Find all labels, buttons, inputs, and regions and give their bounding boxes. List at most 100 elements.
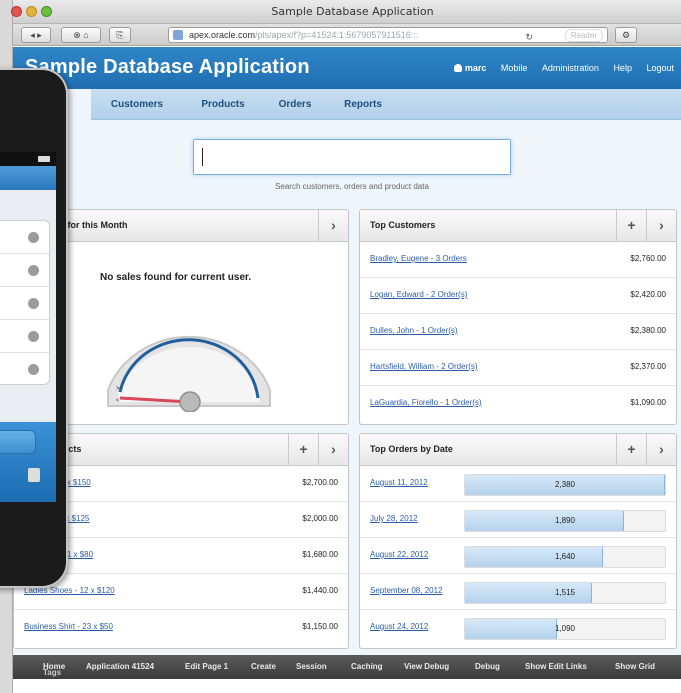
main-content: Search customers, orders and product dat… (13, 120, 681, 655)
list-item: Dulles, John - 1 Order(s) $2,380.00 (360, 314, 676, 350)
administration-link[interactable]: Administration (542, 63, 599, 73)
order-date-link[interactable]: August 22, 2012 (370, 550, 428, 559)
circle-arrow-icon (28, 331, 39, 342)
expand-button[interactable]: › (318, 210, 348, 242)
header-nav: marc Mobile Administration Help Logout (442, 63, 674, 73)
region-title: Top Orders by Date (370, 444, 453, 454)
screenshot: Sample Database Application ◂ ▸ ⊗ ⌂ ⎘ ap… (0, 0, 681, 693)
gauge-hub (179, 391, 201, 412)
user-icon (453, 64, 462, 72)
tab-products[interactable]: Products (183, 89, 263, 120)
help-link[interactable]: Help (613, 63, 632, 73)
search-input[interactable] (193, 139, 511, 175)
customer-link[interactable]: LaGuardia, Fiorello - 1 Order(s) (370, 398, 482, 407)
phone-action-button[interactable] (0, 430, 36, 454)
order-bar-track: 1,890 (464, 510, 666, 532)
dev-show-grid-link[interactable]: Show Grid (615, 662, 655, 671)
add-button[interactable]: + (616, 434, 646, 466)
circle-arrow-icon (28, 364, 39, 375)
battery-icon (38, 156, 50, 162)
history-button[interactable]: ⊗ ⌂ (61, 27, 101, 43)
expand-button[interactable]: › (646, 210, 676, 242)
tab-customers[interactable]: Customers (91, 89, 183, 120)
order-bar-label: 2,380 (554, 480, 576, 489)
top-orders-region: Top Orders by Date + › August 11, 2012 2,… (359, 433, 677, 649)
phone-status-bar (0, 152, 56, 166)
list-item: Logan, Edward - 2 Order(s) $2,420.00 (360, 278, 676, 314)
customer-amount: $1,090.00 (630, 398, 666, 407)
phone-list-item[interactable] (0, 353, 49, 386)
phone-list-item[interactable] (0, 254, 49, 287)
expand-button[interactable]: › (646, 434, 676, 466)
mobile-device-mockup (0, 68, 68, 588)
customer-link[interactable]: Dulles, John - 1 Order(s) (370, 326, 458, 335)
tab-reports[interactable]: Reports (327, 89, 399, 120)
app-header: Sample Database Application marc Mobile … (13, 47, 681, 89)
url-path: /pls/apex/f?p=41524:1:5679057911516::: (255, 30, 419, 40)
list-item: September 08, 2012 1,515 (360, 574, 676, 610)
reload-icon[interactable]: ↻ (525, 30, 533, 42)
region-title: Top Customers (370, 220, 436, 230)
order-date-link[interactable]: September 08, 2012 (370, 586, 443, 595)
add-button[interactable]: + (288, 434, 318, 466)
customer-link[interactable]: Bradley, Eugene - 3 Orders (370, 254, 467, 263)
list-item: August 11, 2012 2,380 (360, 466, 676, 502)
order-bar-track: 1,515 (464, 582, 666, 604)
tab-orders[interactable]: Orders (263, 89, 327, 120)
settings-button[interactable]: ⚙ (615, 27, 637, 43)
region-header: Top Customers + › (360, 210, 676, 242)
reader-button[interactable]: Reader (564, 29, 603, 42)
text-cursor (202, 148, 203, 166)
list-item: July 28, 2012 1,890 (360, 502, 676, 538)
address-bar[interactable]: apex.oracle.com/pls/apex/f?p=41524:1:567… (168, 27, 608, 43)
title-bar: Sample Database Application (11, 0, 681, 24)
order-bar-label: 1,890 (554, 516, 576, 525)
phone-list-item[interactable] (0, 320, 49, 353)
add-button[interactable]: + (616, 210, 646, 242)
order-bar-label: 1,090 (554, 624, 576, 633)
phone-footer (0, 422, 56, 502)
product-amount: $1,150.00 (302, 622, 338, 631)
product-amount: $2,700.00 (302, 478, 338, 487)
circle-arrow-icon (28, 265, 39, 276)
order-date-link[interactable]: August 11, 2012 (370, 478, 428, 487)
logout-link[interactable]: Logout (646, 63, 674, 73)
phone-list-item[interactable] (0, 287, 49, 320)
product-amount: $1,440.00 (302, 586, 338, 595)
dev-create-link[interactable]: Create (251, 662, 276, 671)
list-item: August 22, 2012 1,640 (360, 538, 676, 574)
user-link[interactable]: marc (453, 63, 486, 73)
dev-debug-link[interactable]: Debug (475, 662, 500, 671)
customer-link[interactable]: Hartsfield, William - 2 Order(s) (370, 362, 478, 371)
window-title: Sample Database Application (271, 5, 434, 18)
trash-icon[interactable] (28, 468, 40, 482)
list-item: Hartsfield, William - 2 Order(s) $2,370.0… (360, 350, 676, 386)
order-date-link[interactable]: July 28, 2012 (370, 514, 418, 523)
tags-label: Tags (43, 668, 62, 677)
tab-bar: Home Customers Products Orders Reports (13, 89, 681, 120)
customer-link[interactable]: Logan, Edward - 2 Order(s) (370, 290, 467, 299)
circle-arrow-icon (28, 232, 39, 243)
dev-view-debug-link[interactable]: View Debug (404, 662, 449, 671)
back-button[interactable]: ◂ ▸ (21, 27, 51, 43)
dev-session-link[interactable]: Session (296, 662, 327, 671)
app-title: Sample Database Application (25, 56, 310, 78)
no-sales-message: No sales found for current user. (100, 272, 252, 283)
share-button[interactable]: ⎘ (109, 27, 131, 43)
list-item: Bradley, Eugene - 3 Orders $2,760.00 (360, 242, 676, 278)
phone-list (0, 220, 50, 385)
product-link[interactable]: Business Shirt - 23 x $50 (24, 622, 113, 631)
dev-edit-page-link[interactable]: Edit Page 1 (185, 662, 228, 671)
list-item: LaGuardia, Fiorello - 1 Order(s) $1,090.0… (360, 386, 676, 422)
dev-show-edit-links-link[interactable]: Show Edit Links (525, 662, 587, 671)
expand-button[interactable]: › (318, 434, 348, 466)
developer-toolbar: Home Application 41524 Edit Page 1 Creat… (13, 655, 681, 679)
dev-caching-link[interactable]: Caching (351, 662, 383, 671)
customer-amount: $2,760.00 (630, 254, 666, 263)
list-item: August 24, 2012 1,090 (360, 610, 676, 646)
mobile-link[interactable]: Mobile (501, 63, 528, 73)
order-date-link[interactable]: August 24, 2012 (370, 622, 428, 631)
phone-list-item[interactable] (0, 221, 49, 254)
phone-header (0, 166, 56, 190)
dev-application-link[interactable]: Application 41524 (86, 662, 154, 671)
